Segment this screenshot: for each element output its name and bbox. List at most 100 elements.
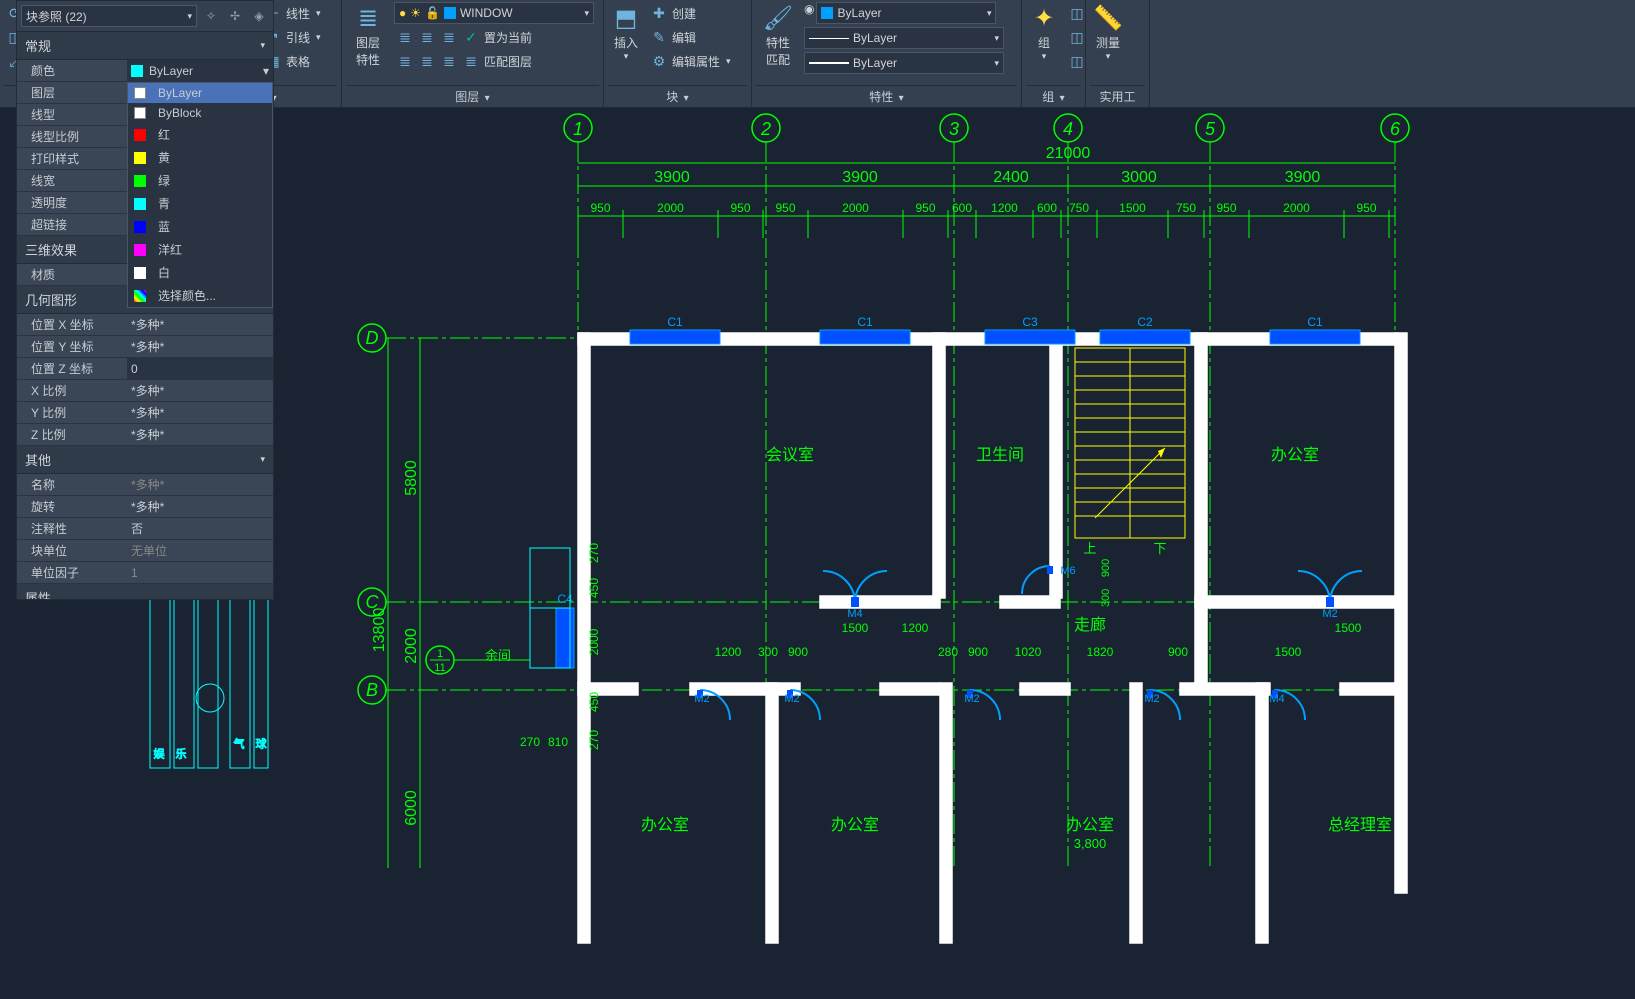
- lock-icon: 🔓: [425, 6, 440, 20]
- value-color[interactable]: ByLayer▾ ByLayerByBlock红黄绿青蓝洋红白选择颜色...: [127, 60, 273, 81]
- svg-text:B: B: [366, 680, 378, 700]
- props-panel-title: 特性: [869, 90, 893, 104]
- color-option-蓝[interactable]: 蓝: [128, 215, 272, 238]
- matchlayer-button[interactable]: ≣≣≣≣匹配图层: [394, 50, 599, 72]
- color-option-ByBlock[interactable]: ByBlock: [128, 103, 272, 123]
- setcurrent-icon: ≣: [396, 28, 414, 46]
- svg-text:D: D: [366, 328, 379, 348]
- svg-text:4: 4: [1063, 119, 1073, 139]
- svg-text:办公室: 办公室: [831, 816, 879, 834]
- group-ext1[interactable]: ◫: [1066, 2, 1088, 24]
- value-scaley[interactable]: *多种*: [127, 402, 273, 423]
- svg-text:2000: 2000: [403, 628, 420, 664]
- label-plotstyle: 打印样式: [17, 150, 127, 167]
- label-ltscale: 线型比例: [17, 128, 127, 145]
- value-rotation[interactable]: *多种*: [127, 496, 273, 517]
- ribbon-panel-group: ✦组▾ ◫ ◫ ◫ 组 ▾: [1022, 0, 1086, 107]
- edit-button[interactable]: ✎编辑: [648, 26, 733, 48]
- group-general[interactable]: 常规▾: [17, 32, 273, 60]
- group-misc[interactable]: 其他▾: [17, 446, 273, 474]
- color-option-洋红[interactable]: 洋红: [128, 238, 272, 261]
- layer-dropdown[interactable]: ● ☀ 🔓 WINDOW ▾: [394, 2, 594, 24]
- color-dropdown[interactable]: ByLayer▾: [816, 2, 996, 24]
- value-scalez[interactable]: *多种*: [127, 424, 273, 445]
- label-scalez: Z 比例: [17, 426, 127, 443]
- label-blockunit: 块单位: [17, 542, 127, 559]
- ltype-dropdown[interactable]: ByLayer▾: [804, 27, 1004, 49]
- svg-text:下: 下: [1153, 541, 1166, 556]
- svg-text:C1: C1: [1307, 315, 1323, 329]
- svg-text:办公室: 办公室: [1271, 446, 1319, 464]
- color-option-黄[interactable]: 黄: [128, 146, 272, 169]
- svg-text:900: 900: [1100, 559, 1112, 577]
- label-posz: 位置 Z 坐标: [17, 360, 127, 377]
- svg-text:1200: 1200: [991, 201, 1018, 215]
- svg-text:3,800: 3,800: [1074, 836, 1107, 851]
- svg-text:2400: 2400: [993, 169, 1029, 186]
- svg-text:C3: C3: [1022, 315, 1038, 329]
- svg-text:3: 3: [949, 119, 959, 139]
- svg-text:2: 2: [760, 119, 771, 139]
- util-panel-title: 实用工: [1099, 90, 1135, 104]
- color-option-ByLayer[interactable]: ByLayer: [128, 83, 272, 103]
- editattr-button[interactable]: ⚙编辑属性▾: [648, 50, 733, 72]
- svg-text:M2: M2: [784, 693, 799, 705]
- props-tool-2[interactable]: ✢: [225, 6, 245, 26]
- svg-text:1200: 1200: [715, 645, 742, 659]
- svg-text:3900: 3900: [842, 169, 878, 186]
- label-name: 名称: [17, 476, 127, 493]
- layerprops-button[interactable]: ≣图层 特性: [346, 2, 390, 70]
- value-posz[interactable]: 0: [127, 358, 273, 379]
- group-ext3[interactable]: ◫: [1066, 50, 1088, 72]
- color-option-青[interactable]: 青: [128, 192, 272, 215]
- selection-dropdown[interactable]: 块参照 (22)▾: [21, 5, 197, 27]
- value-scalex[interactable]: *多种*: [127, 380, 273, 401]
- lweight-dropdown[interactable]: ByLayer▾: [804, 52, 1004, 74]
- svg-text:900: 900: [788, 645, 808, 659]
- layerprops-icon: ≣: [354, 4, 382, 32]
- color-dropdown-list: ByLayerByBlock红黄绿青蓝洋红白选择颜色...: [127, 82, 273, 308]
- layer-color-swatch: [444, 7, 456, 19]
- svg-text:1500: 1500: [842, 621, 869, 635]
- svg-text:280: 280: [938, 645, 958, 659]
- label-scaley: Y 比例: [17, 404, 127, 421]
- svg-text:M2: M2: [1322, 608, 1337, 620]
- color-option-白[interactable]: 白: [128, 261, 272, 284]
- value-annotative[interactable]: 否: [127, 518, 273, 539]
- svg-text:1020: 1020: [1015, 645, 1042, 659]
- svg-text:M2: M2: [964, 693, 979, 705]
- group-button[interactable]: ✦组▾: [1026, 2, 1062, 64]
- matchprops-button[interactable]: 🖌特性 匹配: [756, 2, 800, 70]
- label-annotative: 注释性: [17, 520, 127, 537]
- svg-text:2000: 2000: [1283, 201, 1310, 215]
- group-attr[interactable]: 属性: [17, 584, 273, 600]
- insert-button[interactable]: ⬒插入▾: [608, 2, 644, 64]
- svg-text:950: 950: [590, 201, 610, 215]
- color-option-红[interactable]: 红: [128, 123, 272, 146]
- svg-text:1500: 1500: [1335, 621, 1362, 635]
- svg-text:上: 上: [1083, 541, 1096, 556]
- measure-button[interactable]: 📏测量▾: [1090, 2, 1126, 64]
- svg-text:球: 球: [254, 737, 267, 749]
- svg-text:3900: 3900: [1285, 169, 1321, 186]
- svg-text:5: 5: [1205, 119, 1216, 139]
- group-ext2[interactable]: ◫: [1066, 26, 1088, 48]
- colorwheel-icon[interactable]: ◉: [804, 2, 814, 24]
- value-posy[interactable]: *多种*: [127, 336, 273, 357]
- svg-text:13800: 13800: [371, 608, 388, 653]
- svg-text:办公室: 办公室: [1066, 816, 1114, 834]
- props-tool-1[interactable]: ✧: [201, 6, 221, 26]
- svg-text:会议室: 会议室: [766, 446, 814, 464]
- color-option-绿[interactable]: 绿: [128, 169, 272, 192]
- create-button[interactable]: ✚创建: [648, 2, 733, 24]
- color-option-选择颜色...[interactable]: 选择颜色...: [128, 284, 272, 307]
- props-tool-3[interactable]: ◈: [249, 6, 269, 26]
- svg-text:270: 270: [520, 735, 540, 749]
- svg-text:750: 750: [1069, 201, 1089, 215]
- measure-icon: 📏: [1094, 4, 1122, 32]
- svg-text:5800: 5800: [403, 460, 420, 496]
- svg-text:M6: M6: [1060, 565, 1075, 577]
- svg-text:270: 270: [587, 543, 601, 563]
- setcurrent-button[interactable]: ≣≣≣✓置为当前: [394, 26, 599, 48]
- value-posx[interactable]: *多种*: [127, 314, 273, 335]
